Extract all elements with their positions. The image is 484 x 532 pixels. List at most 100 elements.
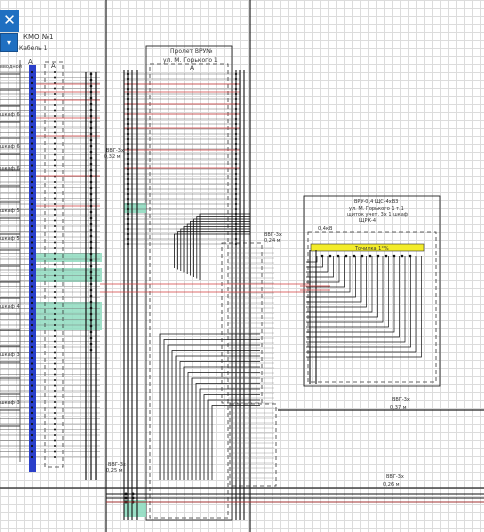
terminal-dot bbox=[30, 444, 34, 448]
cable-sub-c2: 0,24 м bbox=[264, 238, 281, 244]
left-row-label: шкаф 3 bbox=[0, 352, 20, 358]
close-button[interactable]: ✕ bbox=[0, 10, 19, 32]
terminal-dot bbox=[30, 164, 34, 167]
terminal-dot bbox=[30, 175, 34, 178]
terminal-dot bbox=[89, 240, 93, 244]
terminal-dot bbox=[89, 102, 93, 106]
terminal-dot bbox=[54, 280, 56, 282]
terminal-dot bbox=[54, 456, 56, 458]
right-wire bbox=[306, 256, 411, 348]
terminal-dot bbox=[30, 274, 34, 277]
document-tab-label[interactable]: КМО №1 bbox=[23, 33, 53, 41]
terminal-dot bbox=[89, 300, 93, 304]
terminal-dot bbox=[30, 450, 34, 453]
terminal-dot bbox=[30, 367, 34, 371]
terminal-dot bbox=[54, 241, 56, 244]
terminal-dot bbox=[30, 290, 34, 294]
cabinet-main-title: Пролет ВРУ№ bbox=[170, 48, 213, 55]
terminal-dot bbox=[89, 96, 93, 100]
terminal-dot bbox=[89, 228, 93, 232]
terminal-dot bbox=[360, 254, 364, 258]
terminal-dot bbox=[89, 294, 93, 298]
terminal-dot bbox=[54, 274, 56, 277]
terminal-dot bbox=[30, 186, 34, 189]
terminal-dot bbox=[54, 412, 56, 414]
terminal-dot bbox=[54, 142, 56, 145]
terminal-dot bbox=[54, 406, 56, 409]
green-fill-main bbox=[124, 203, 146, 517]
terminal-dot bbox=[89, 72, 93, 76]
terminal-dot bbox=[54, 329, 56, 332]
cabinet-right-label-top: 0,4кВ bbox=[318, 226, 333, 232]
terminal-dot bbox=[54, 230, 56, 233]
right-wire bbox=[306, 256, 400, 338]
terminal-dot bbox=[30, 109, 34, 112]
terminal-dot bbox=[30, 197, 34, 200]
terminal-dot bbox=[54, 395, 56, 398]
bracket-wire bbox=[190, 221, 250, 276]
cabinet-right-line3: ЩРК-4 bbox=[359, 218, 376, 224]
terminal-dot bbox=[54, 164, 56, 167]
terminal-dot bbox=[30, 279, 34, 283]
terminal-dot bbox=[30, 219, 34, 222]
terminal-dot bbox=[54, 214, 56, 216]
terminal-dot bbox=[89, 324, 93, 328]
terminal-dot bbox=[89, 342, 93, 346]
terminal-dot bbox=[30, 439, 34, 442]
terminal-dot bbox=[89, 336, 93, 340]
terminal-dot bbox=[328, 254, 332, 258]
dropdown-button[interactable]: ▾ bbox=[0, 33, 18, 52]
terminal-dot bbox=[54, 357, 56, 359]
cabinet-main-inner bbox=[149, 63, 229, 519]
terminal-dot bbox=[30, 389, 34, 393]
terminal-dot bbox=[54, 93, 56, 95]
terminal-dot bbox=[30, 81, 34, 85]
document-subtitle: Кабель 1 bbox=[19, 45, 48, 52]
left-row-label: шкаф 6 bbox=[0, 144, 20, 150]
schematic-diagram: А А вводной шкаф 6 шкаф 6 шкаф 6 шкаф 5 шкаф … bbox=[0, 0, 484, 532]
bracket-wire bbox=[167, 344, 260, 480]
drawing-canvas[interactable]: А А вводной шкаф 6 шкаф 6 шкаф 6 шкаф 5 шкаф … bbox=[0, 0, 484, 532]
terminal-dot bbox=[30, 400, 34, 404]
terminal-dot bbox=[352, 254, 356, 258]
terminal-dot bbox=[30, 312, 34, 316]
terminal-dot bbox=[30, 235, 34, 239]
terminal-dot bbox=[54, 291, 56, 293]
left-row-label: шкаф 6 bbox=[0, 112, 20, 118]
terminal-dot bbox=[54, 87, 56, 90]
cabinet-main-subtitle: ул. М. Горького 1 bbox=[163, 57, 218, 64]
terminal-dot bbox=[89, 348, 93, 352]
terminal-dot bbox=[30, 224, 34, 228]
terminal-dot bbox=[30, 120, 34, 123]
left-row-label: шкаф 5 bbox=[0, 236, 20, 242]
bracket-wire bbox=[171, 350, 260, 480]
terminal-dot bbox=[54, 203, 56, 205]
terminal-dot bbox=[54, 335, 56, 337]
terminal-dot bbox=[89, 288, 93, 292]
terminal-dot bbox=[131, 492, 135, 496]
right-wire bbox=[306, 256, 323, 268]
terminal-dot bbox=[89, 204, 93, 208]
terminal-dot bbox=[30, 257, 34, 261]
terminal-dot bbox=[30, 323, 34, 327]
terminal-dot bbox=[30, 422, 34, 426]
terminal-dot bbox=[54, 450, 56, 453]
left-row-label: шкаф 3 bbox=[0, 400, 20, 406]
terminal-dot bbox=[89, 192, 93, 196]
terminal-dot bbox=[54, 170, 56, 172]
terminal-dot bbox=[54, 153, 56, 156]
terminal-dot bbox=[30, 98, 34, 101]
terminal-dot bbox=[30, 208, 34, 211]
terminal-dot bbox=[54, 263, 56, 266]
terminal-dot bbox=[54, 379, 56, 381]
terminal-dot bbox=[54, 362, 56, 365]
cabinet-main-mark: А bbox=[190, 65, 195, 72]
terminal-dot bbox=[54, 252, 56, 255]
terminal-dot bbox=[392, 254, 396, 258]
terminal-dot bbox=[89, 246, 93, 250]
terminal-dot bbox=[30, 268, 34, 272]
terminal-dot bbox=[89, 282, 93, 286]
terminal-dot bbox=[30, 263, 34, 266]
terminal-dot bbox=[54, 115, 56, 117]
terminal-dot bbox=[89, 276, 93, 280]
